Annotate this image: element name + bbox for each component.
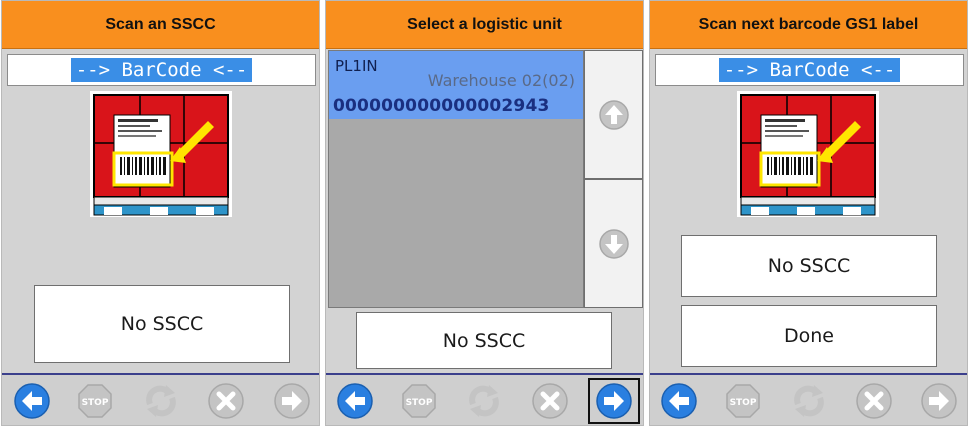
pallet-label-image (90, 91, 232, 217)
bottom-toolbar (650, 373, 967, 425)
stop-icon[interactable] (76, 382, 114, 420)
bottom-toolbar (326, 373, 643, 425)
no-sscc-button[interactable]: No SSCC (356, 312, 612, 369)
barcode-placeholder: --> BarCode <-- (70, 58, 253, 82)
pallet-label-image (737, 91, 879, 217)
no-sscc-button[interactable]: No SSCC (681, 235, 937, 297)
barcode-input[interactable]: --> BarCode <-- (7, 54, 316, 86)
refresh-icon[interactable] (142, 382, 180, 420)
barcode-placeholder: --> BarCode <-- (718, 58, 901, 82)
list-item[interactable]: PL1IN Warehouse 02(02) 00000000000000294… (329, 51, 583, 119)
bottom-toolbar (2, 373, 319, 425)
cancel-icon[interactable] (531, 382, 569, 420)
screen-title: Scan an SSCC (2, 1, 319, 49)
cancel-icon[interactable] (855, 382, 893, 420)
forward-arrow-icon[interactable] (588, 378, 640, 424)
no-sscc-button[interactable]: No SSCC (34, 285, 290, 363)
logistic-unit-list[interactable]: PL1IN Warehouse 02(02) 00000000000000294… (328, 50, 584, 308)
arrow-down-icon (598, 228, 630, 260)
stop-icon[interactable] (724, 382, 762, 420)
forward-arrow-icon[interactable] (920, 382, 958, 420)
forward-arrow-icon[interactable] (273, 382, 311, 420)
unit-code: PL1IN (335, 57, 378, 75)
refresh-icon[interactable] (465, 382, 503, 420)
back-arrow-icon[interactable] (336, 382, 374, 420)
scan-sscc-screen: Scan an SSCC --> BarCode <-- No SSCC (1, 0, 320, 426)
scroll-down-button[interactable] (584, 179, 643, 308)
unit-warehouse: Warehouse 02(02) (427, 71, 575, 90)
done-button[interactable]: Done (681, 305, 937, 367)
barcode-input[interactable]: --> BarCode <-- (655, 54, 964, 86)
back-arrow-icon[interactable] (660, 382, 698, 420)
back-arrow-icon[interactable] (13, 382, 51, 420)
scan-next-barcode-screen: Scan next barcode GS1 label --> BarCode … (649, 0, 968, 426)
arrow-up-icon (598, 99, 630, 131)
cancel-icon[interactable] (207, 382, 245, 420)
stop-icon[interactable] (400, 382, 438, 420)
refresh-icon[interactable] (790, 382, 828, 420)
select-logistic-unit-screen: Select a logistic unit PL1IN Warehouse 0… (325, 0, 644, 426)
scroll-up-button[interactable] (584, 50, 643, 179)
unit-sscc: 000000000000002943 (333, 96, 550, 116)
screen-title: Scan next barcode GS1 label (650, 1, 967, 49)
screen-title: Select a logistic unit (326, 1, 643, 49)
